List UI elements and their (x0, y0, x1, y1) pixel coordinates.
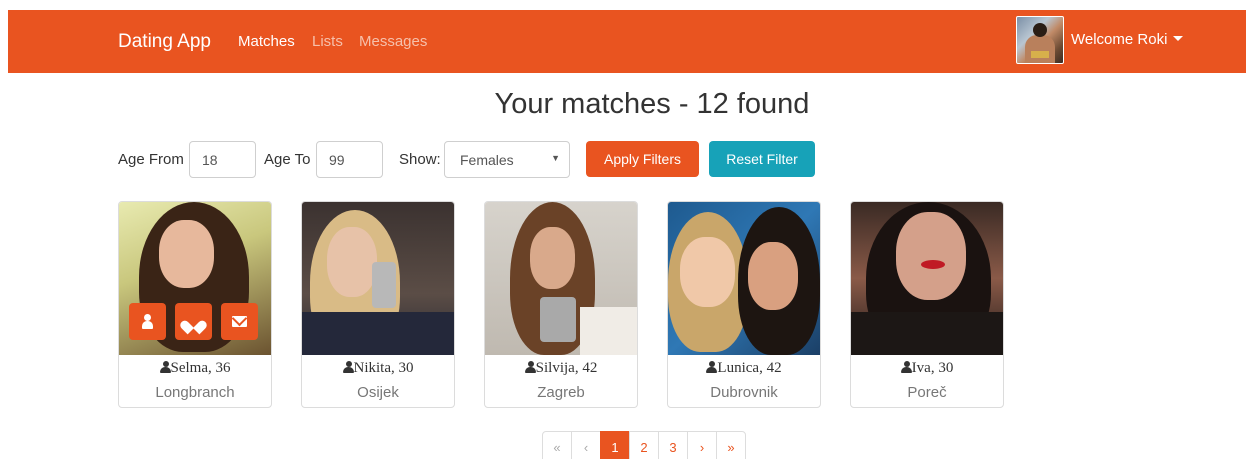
member-photo (302, 202, 454, 355)
member-city: Poreč (907, 384, 947, 401)
user-avatar[interactable] (1016, 16, 1064, 64)
member-card[interactable]: Lunica, 42 Dubrovnik (667, 201, 821, 408)
member-city: Longbranch (155, 384, 235, 401)
age-from-input[interactable] (189, 141, 256, 178)
member-photo (851, 202, 1003, 355)
user-icon (342, 361, 354, 373)
page-link-2[interactable]: 2 (629, 431, 659, 459)
member-name: Nikita, 30 (302, 360, 454, 377)
member-card[interactable]: Iva, 30 Poreč (850, 201, 1004, 408)
navbar: Dating App Matches Lists Messages Welcom… (8, 10, 1246, 73)
page-link-1[interactable]: 1 (600, 431, 630, 459)
member-name: Iva, 30 (851, 360, 1003, 377)
user-icon (706, 361, 718, 373)
age-to-label: Age To (264, 151, 311, 168)
last-page-link[interactable]: » (716, 431, 746, 459)
age-from-label: Age From (118, 151, 184, 168)
member-city: Osijek (357, 384, 399, 401)
reset-filter-button[interactable]: Reset Filter (709, 141, 815, 177)
member-name: Selma, 36 (119, 360, 271, 377)
message-button[interactable] (221, 303, 258, 340)
member-city: Zagreb (537, 384, 585, 401)
gender-select[interactable]: Females ▼ (444, 141, 570, 178)
apply-filters-button[interactable]: Apply Filters (586, 141, 699, 177)
brand-link[interactable]: Dating App (118, 31, 211, 53)
member-name: Lunica, 42 (668, 360, 820, 377)
member-city: Dubrovnik (710, 384, 778, 401)
member-photo (668, 202, 820, 355)
page-link-3[interactable]: 3 (658, 431, 688, 459)
gender-select-value: Females (460, 152, 514, 168)
page-title: Your matches - 12 found (494, 88, 810, 120)
select-arrow-icon: ▼ (551, 153, 560, 163)
caret-down-icon (1173, 35, 1184, 41)
member-name: Silvija, 42 (485, 360, 637, 377)
nav-messages[interactable]: Messages (359, 33, 427, 50)
member-card[interactable]: Silvija, 42 Zagreb (484, 201, 638, 408)
nav-lists[interactable]: Lists (312, 33, 343, 50)
user-icon (900, 361, 912, 373)
pagination: « ‹ 1 2 3 › » (542, 431, 746, 459)
member-card[interactable]: Selma, 36 Longbranch (118, 201, 272, 408)
user-icon (159, 361, 171, 373)
member-photo (485, 202, 637, 355)
age-to-input[interactable] (316, 141, 383, 178)
first-page-link[interactable]: « (542, 431, 572, 459)
show-label: Show: (399, 151, 441, 168)
member-card[interactable]: Nikita, 30 Osijek (301, 201, 455, 408)
nav-matches[interactable]: Matches (238, 33, 295, 50)
next-page-link[interactable]: › (687, 431, 717, 459)
view-profile-button[interactable] (129, 303, 166, 340)
prev-page-link[interactable]: ‹ (571, 431, 601, 459)
like-button[interactable] (175, 303, 212, 340)
user-icon (524, 361, 536, 373)
user-menu-toggle[interactable]: Welcome Roki (1071, 31, 1184, 48)
welcome-text: Welcome Roki (1071, 31, 1168, 48)
